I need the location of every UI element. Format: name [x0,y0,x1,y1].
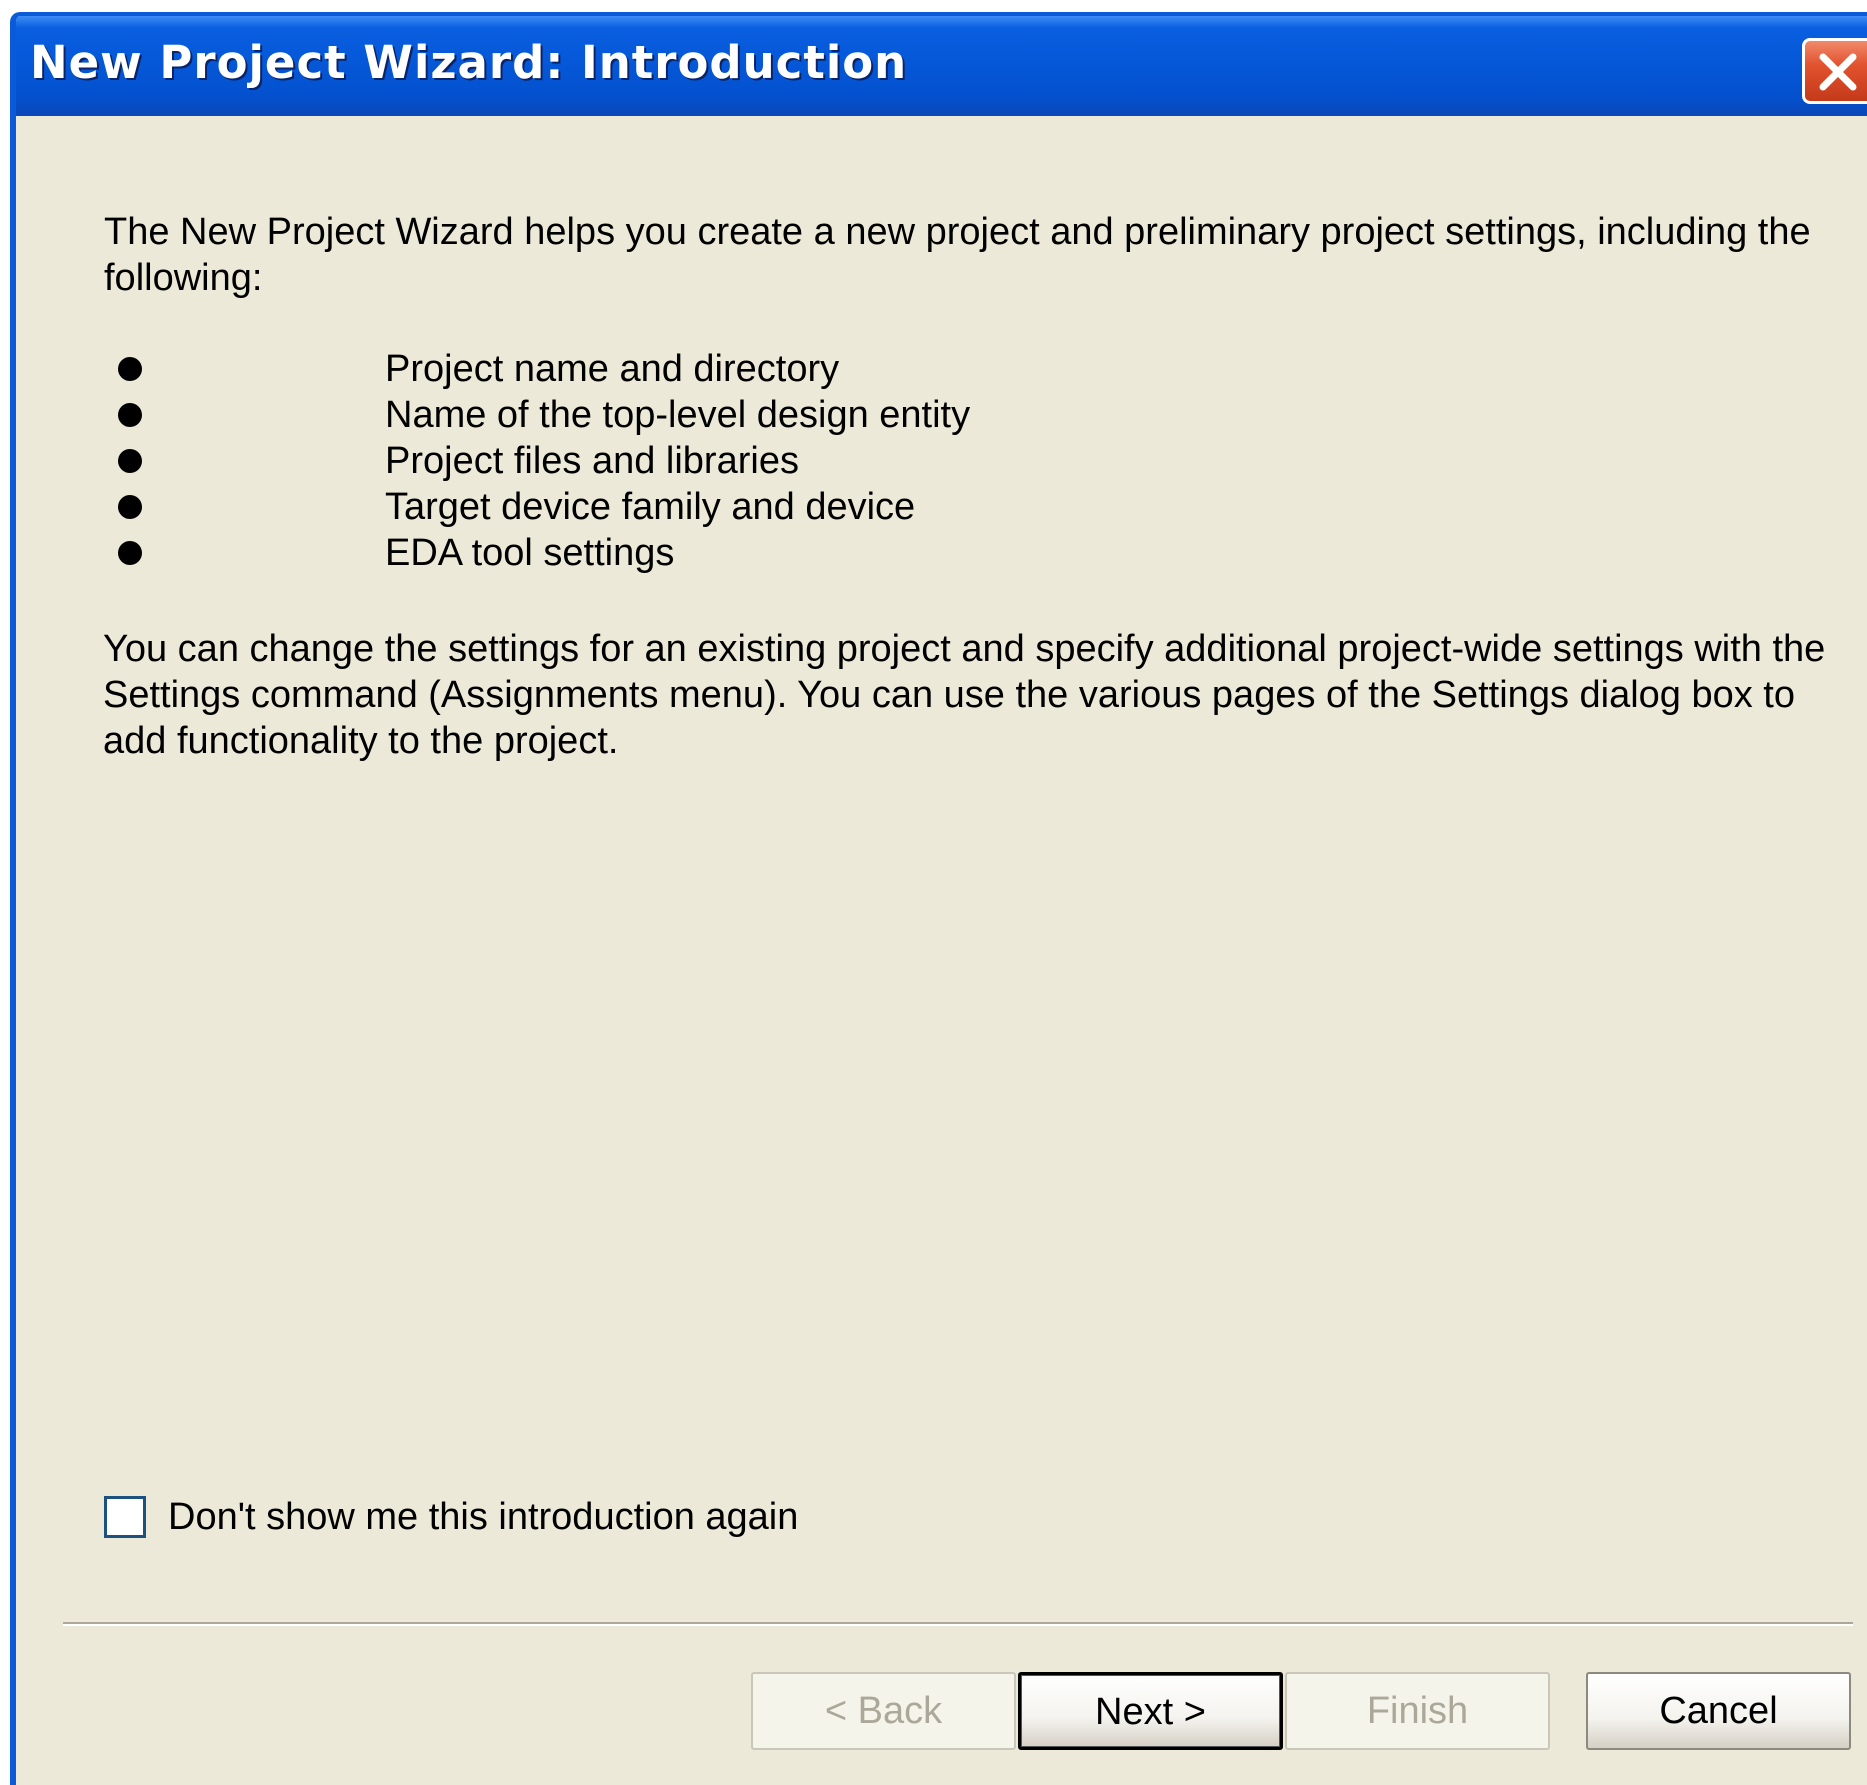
settings-paragraph: You can change the settings for an exist… [103,628,1826,762]
list-item-label: EDA tool settings [385,532,675,574]
button-separator [63,1622,1853,1626]
list-item-label: Project files and libraries [385,440,799,482]
window-title: New Project Wizard: Introduction [30,36,908,89]
bullet-icon [118,495,142,519]
cancel-button[interactable]: Cancel [1586,1672,1851,1750]
dont-show-again-label[interactable]: Don't show me this introduction again [168,1494,798,1540]
list-item-label: Project name and directory [385,348,840,390]
close-button[interactable] [1802,38,1867,104]
close-icon [1819,53,1857,91]
bullet-icon [118,357,142,381]
intro-paragraph: The New Project Wizard helps you create … [104,211,1811,299]
next-button[interactable]: Next > [1018,1672,1283,1750]
finish-button[interactable]: Finish [1285,1672,1550,1750]
dont-show-again-checkbox[interactable] [104,1496,146,1538]
list-item-label: Target device family and device [385,486,916,528]
list-item-label: Name of the top-level design entity [385,394,971,436]
bullet-icon [118,403,142,427]
bullet-icon [118,541,142,565]
back-button[interactable]: < Back [751,1672,1016,1750]
wizard-window: New Project Wizard: Introduction The New… [10,12,1867,1785]
title-bar[interactable]: New Project Wizard: Introduction [16,16,1867,116]
bullet-icon [118,449,142,473]
